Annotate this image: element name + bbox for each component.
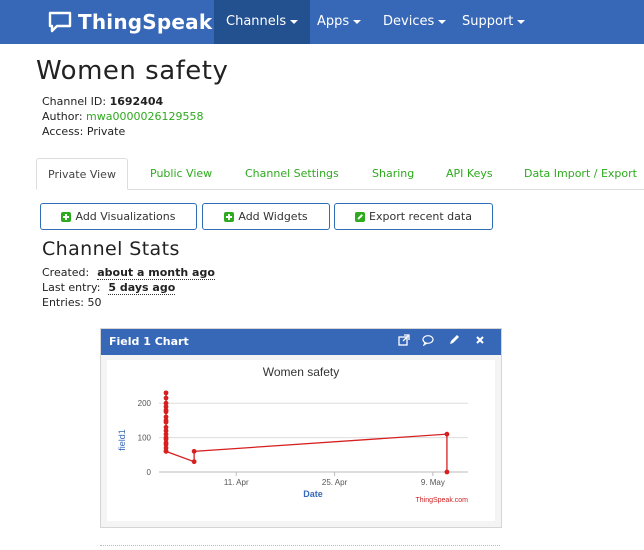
access-label: Access: [42, 125, 84, 138]
entries-value: 50 [87, 296, 102, 309]
x-tick-label: 25. Apr [322, 478, 348, 487]
data-point [444, 431, 450, 437]
caret-down-icon [353, 19, 362, 24]
data-point [191, 459, 197, 465]
top-navbar: ThingSpeak ™ Channels Apps Devices Suppo… [0, 0, 644, 44]
tab-api-keys[interactable]: API Keys [446, 158, 493, 190]
chart-grid: 0 100 200 11. Apr 25. Apr 9. May [138, 399, 468, 487]
add-widgets-button[interactable]: Add Widgets [202, 203, 330, 230]
chart-title: Women safety [263, 365, 339, 379]
series-line [165, 392, 448, 472]
stat-entries: Entries: 50 [42, 296, 102, 309]
nav-support[interactable]: Support [462, 0, 526, 44]
export-icon [355, 211, 366, 222]
entries-label: Entries: [42, 296, 85, 309]
data-point [163, 448, 169, 454]
nav-support-label: Support [462, 14, 514, 29]
author-link[interactable]: mwa0000026129558 [86, 110, 203, 123]
caret-down-icon [438, 19, 447, 24]
created-label: Created: [42, 266, 90, 279]
chat-bubble-icon [48, 11, 72, 33]
widget-title: Field 1 Chart [109, 335, 189, 348]
last-entry-label: Last entry: [42, 281, 101, 294]
nav-apps-label: Apps [317, 14, 350, 29]
add-widgets-label: Add Widgets [238, 210, 308, 223]
nav-devices-label: Devices [383, 14, 435, 29]
close-icon[interactable] [473, 334, 487, 348]
caret-down-icon [517, 19, 526, 24]
stat-created: Created: about a month ago [42, 266, 215, 280]
author-label: Author: [42, 110, 83, 123]
chart-ylabel: field1 [117, 429, 127, 451]
plus-icon [61, 211, 72, 222]
nav-devices[interactable]: Devices [383, 0, 447, 44]
nav-channels-label: Channels [226, 14, 287, 29]
chart-xlabel: Date [303, 489, 323, 499]
export-recent-data-label: Export recent data [369, 210, 472, 223]
field-chart-widget: Field 1 Chart 0 100 200 11. Apr 25. Apr 9. Ma… [100, 328, 502, 528]
page-title: Women safety [36, 56, 229, 86]
y-tick-label: 100 [138, 434, 152, 443]
widget-header: Field 1 Chart [101, 329, 501, 355]
created-value: about a month ago [97, 266, 215, 280]
nav-channels[interactable]: Channels [214, 0, 311, 44]
x-tick-label: 11. Apr [224, 478, 249, 487]
comment-icon[interactable] [421, 334, 435, 348]
y-tick-label: 0 [147, 468, 152, 477]
data-point [163, 407, 169, 413]
channel-access: Access: Private [42, 125, 125, 138]
pencil-icon[interactable] [447, 334, 461, 348]
channel-id-label: Channel ID: [42, 95, 107, 108]
line-chart: 0 100 200 11. Apr 25. Apr 9. May Women safety… [117, 365, 468, 504]
caret-down-icon [290, 19, 299, 24]
last-entry-value: 5 days ago [108, 281, 176, 295]
y-tick-label: 200 [138, 399, 152, 408]
channel-stats-heading: Channel Stats [42, 238, 180, 260]
plus-icon [224, 211, 235, 222]
x-tick-label: 9. May [421, 478, 445, 487]
chart-credit[interactable]: ThingSpeak.com [415, 497, 468, 504]
data-point [163, 390, 169, 396]
access-value: Private [86, 125, 126, 138]
nav-apps[interactable]: Apps [317, 0, 362, 44]
tab-data-import-export[interactable]: Data Import / Export [524, 158, 637, 190]
channel-author: Author: mwa0000026129558 [42, 110, 203, 123]
data-point [191, 448, 197, 454]
channel-id-value: 1692404 [109, 95, 164, 108]
external-link-icon[interactable] [397, 334, 411, 348]
brand-name: ThingSpeak [78, 10, 213, 34]
channel-id: Channel ID: 1692404 [42, 95, 163, 108]
add-visualizations-label: Add Visualizations [75, 210, 176, 223]
stat-last-entry: Last entry: 5 days ago [42, 281, 176, 295]
next-widget-placeholder [100, 545, 500, 550]
tab-channel-settings[interactable]: Channel Settings [245, 158, 339, 190]
data-point [444, 469, 450, 475]
data-point [163, 395, 169, 401]
export-recent-data-button[interactable]: Export recent data [334, 203, 493, 230]
data-point [163, 418, 169, 423]
tab-sharing[interactable]: Sharing [372, 158, 414, 190]
chart-area: 0 100 200 11. Apr 25. Apr 9. May Women safety… [107, 360, 495, 521]
tab-private-view[interactable]: Private View [36, 158, 128, 190]
thingspeak-logo[interactable]: ThingSpeak ™ [48, 9, 224, 35]
tab-public-view[interactable]: Public View [150, 158, 212, 190]
add-visualizations-button[interactable]: Add Visualizations [40, 203, 197, 230]
